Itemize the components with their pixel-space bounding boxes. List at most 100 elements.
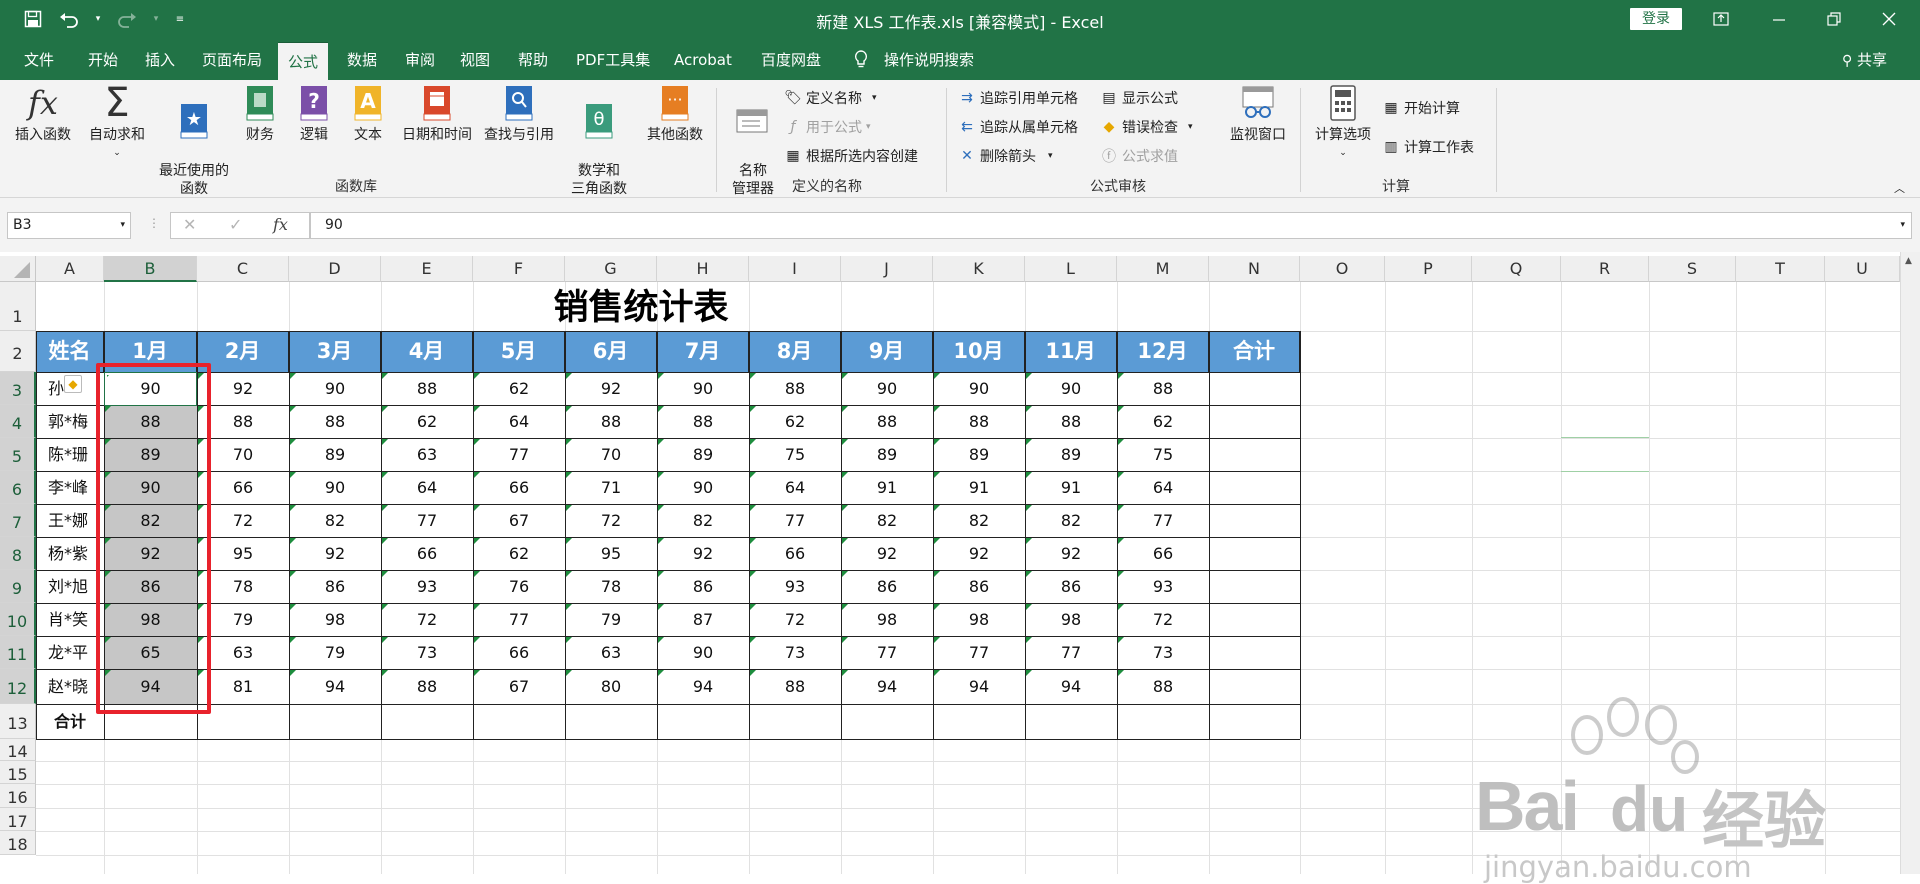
row-header-2[interactable]: 2 <box>0 331 36 372</box>
data-cell[interactable]: 62 <box>1117 405 1209 438</box>
data-cell[interactable]: 91 <box>933 471 1025 504</box>
row-header-6[interactable]: 6 <box>0 471 36 504</box>
tab-help[interactable]: 帮助 <box>516 38 550 80</box>
autosum-button[interactable]: Σ 自动求和 ⌄ <box>84 83 150 162</box>
watch-window-button[interactable]: 监视窗口 <box>1222 84 1294 144</box>
data-cell[interactable]: 77 <box>749 504 841 537</box>
data-cell[interactable]: 90 <box>289 471 381 504</box>
login-button[interactable]: 登录 <box>1630 8 1682 30</box>
row-header-7[interactable]: 7 <box>0 504 36 537</box>
data-cell[interactable]: 66 <box>473 636 565 669</box>
data-cell[interactable]: 72 <box>565 504 657 537</box>
worksheet-grid[interactable]: A B C D E F G H I J K L M N O P Q R S T U 1 2 3 4 5 6 7 8 9 10 11 12 13 14… <box>0 252 1920 884</box>
data-cell[interactable]: 82 <box>841 504 933 537</box>
data-cell[interactable]: 77 <box>1117 504 1209 537</box>
column-header-q[interactable]: Q <box>1472 256 1561 282</box>
data-cell[interactable]: 90 <box>289 372 381 405</box>
data-cell[interactable]: 98 <box>1025 603 1117 636</box>
data-cell[interactable]: 89 <box>933 438 1025 471</box>
data-cell[interactable]: 88 <box>1117 372 1209 405</box>
column-header-m[interactable]: M <box>1117 256 1209 282</box>
data-cell[interactable]: 86 <box>933 570 1025 603</box>
column-header-g[interactable]: G <box>565 256 657 282</box>
column-header-o[interactable]: O <box>1300 256 1385 282</box>
financial-button[interactable]: 财务 <box>240 84 280 144</box>
data-cell[interactable]: 72 <box>749 603 841 636</box>
cancel-icon[interactable]: ✕ <box>183 215 196 234</box>
vertical-scrollbar[interactable]: ▲ <box>1900 252 1920 874</box>
data-cell[interactable]: 89 <box>841 438 933 471</box>
data-cell[interactable]: 89 <box>657 438 749 471</box>
date-time-button[interactable]: 日期和时间 <box>398 84 476 144</box>
total-cell[interactable] <box>1209 537 1300 570</box>
column-header-n[interactable]: N <box>1209 256 1300 282</box>
data-cell[interactable]: 89 <box>289 438 381 471</box>
row-header-13[interactable]: 13 <box>0 704 36 739</box>
data-cell[interactable]: 80 <box>565 669 657 704</box>
data-cell[interactable]: 70 <box>565 438 657 471</box>
tell-me-search[interactable]: 操作说明搜索 <box>882 38 976 80</box>
data-cell[interactable]: 88 <box>933 405 1025 438</box>
evaluate-formula-button[interactable]: ⓕ 公式求值 <box>1100 146 1178 166</box>
data-cell[interactable]: 75 <box>749 438 841 471</box>
column-header-p[interactable]: P <box>1385 256 1472 282</box>
data-cell[interactable]: 92 <box>657 537 749 570</box>
tab-data[interactable]: 数据 <box>345 38 379 80</box>
data-cell[interactable]: 63 <box>565 636 657 669</box>
data-cell[interactable]: 66 <box>381 537 473 570</box>
error-checking-button[interactable]: ◆ 错误检查 ▾ <box>1100 117 1193 137</box>
data-cell[interactable]: 76 <box>473 570 565 603</box>
data-cell[interactable]: 94 <box>841 669 933 704</box>
data-cell[interactable]: 62 <box>473 372 565 405</box>
data-cell[interactable]: 98 <box>289 603 381 636</box>
tab-formulas[interactable]: 公式 <box>278 42 329 80</box>
data-cell[interactable]: 90 <box>933 372 1025 405</box>
data-cell[interactable]: 91 <box>1025 471 1117 504</box>
header-cell-12[interactable]: 12月 <box>1117 331 1209 372</box>
column-header-k[interactable]: K <box>933 256 1025 282</box>
data-cell[interactable]: 77 <box>841 636 933 669</box>
data-cell[interactable]: 73 <box>1117 636 1209 669</box>
data-cell[interactable]: 66 <box>749 537 841 570</box>
data-cell[interactable]: 63 <box>381 438 473 471</box>
data-cell[interactable]: 90 <box>657 471 749 504</box>
data-cell[interactable]: 88 <box>657 405 749 438</box>
data-cell[interactable]: 88 <box>565 405 657 438</box>
header-cell-10[interactable]: 10月 <box>933 331 1025 372</box>
row-header-3[interactable]: 3 <box>0 372 36 405</box>
data-cell[interactable]: 77 <box>473 603 565 636</box>
tab-baidu-netdisk[interactable]: 百度网盘 <box>759 38 823 80</box>
column-header-f[interactable]: F <box>473 256 565 282</box>
calculate-now-button[interactable]: ▦ 开始计算 <box>1382 98 1460 118</box>
tab-acrobat[interactable]: Acrobat <box>672 38 734 80</box>
data-cell[interactable]: 95 <box>565 537 657 570</box>
data-cell[interactable]: 94 <box>657 669 749 704</box>
header-cell-5[interactable]: 5月 <box>473 331 565 372</box>
row-header-15[interactable]: 15 <box>0 761 36 784</box>
tab-pdf-tools[interactable]: PDF工具集 <box>574 38 652 80</box>
row-header-14[interactable]: 14 <box>0 739 36 761</box>
header-cell-11[interactable]: 11月 <box>1025 331 1117 372</box>
data-cell[interactable]: 93 <box>1117 570 1209 603</box>
data-cell[interactable]: 90 <box>1025 372 1117 405</box>
total-cell[interactable] <box>1209 438 1300 471</box>
logical-button[interactable]: ? 逻辑 <box>294 84 334 144</box>
data-cell[interactable]: 82 <box>657 504 749 537</box>
data-cell[interactable]: 94 <box>933 669 1025 704</box>
header-cell-6[interactable]: 6月 <box>565 331 657 372</box>
error-smart-tag-icon[interactable]: ◆ <box>64 375 82 393</box>
data-cell[interactable]: 75 <box>1117 438 1209 471</box>
data-cell[interactable]: 64 <box>1117 471 1209 504</box>
data-cell[interactable]: 73 <box>749 636 841 669</box>
data-cell[interactable]: 93 <box>381 570 473 603</box>
data-cell[interactable]: 92 <box>289 537 381 570</box>
row-header-4[interactable]: 4 <box>0 405 36 438</box>
data-cell[interactable]: 98 <box>933 603 1025 636</box>
data-cell[interactable]: 66 <box>1117 537 1209 570</box>
data-cell[interactable]: 73 <box>381 636 473 669</box>
formula-input[interactable]: 90 ▾ <box>310 212 1912 239</box>
data-cell[interactable]: 67 <box>473 504 565 537</box>
row-header-18[interactable]: 18 <box>0 831 36 855</box>
data-cell[interactable]: 86 <box>841 570 933 603</box>
column-header-s[interactable]: S <box>1649 256 1736 282</box>
